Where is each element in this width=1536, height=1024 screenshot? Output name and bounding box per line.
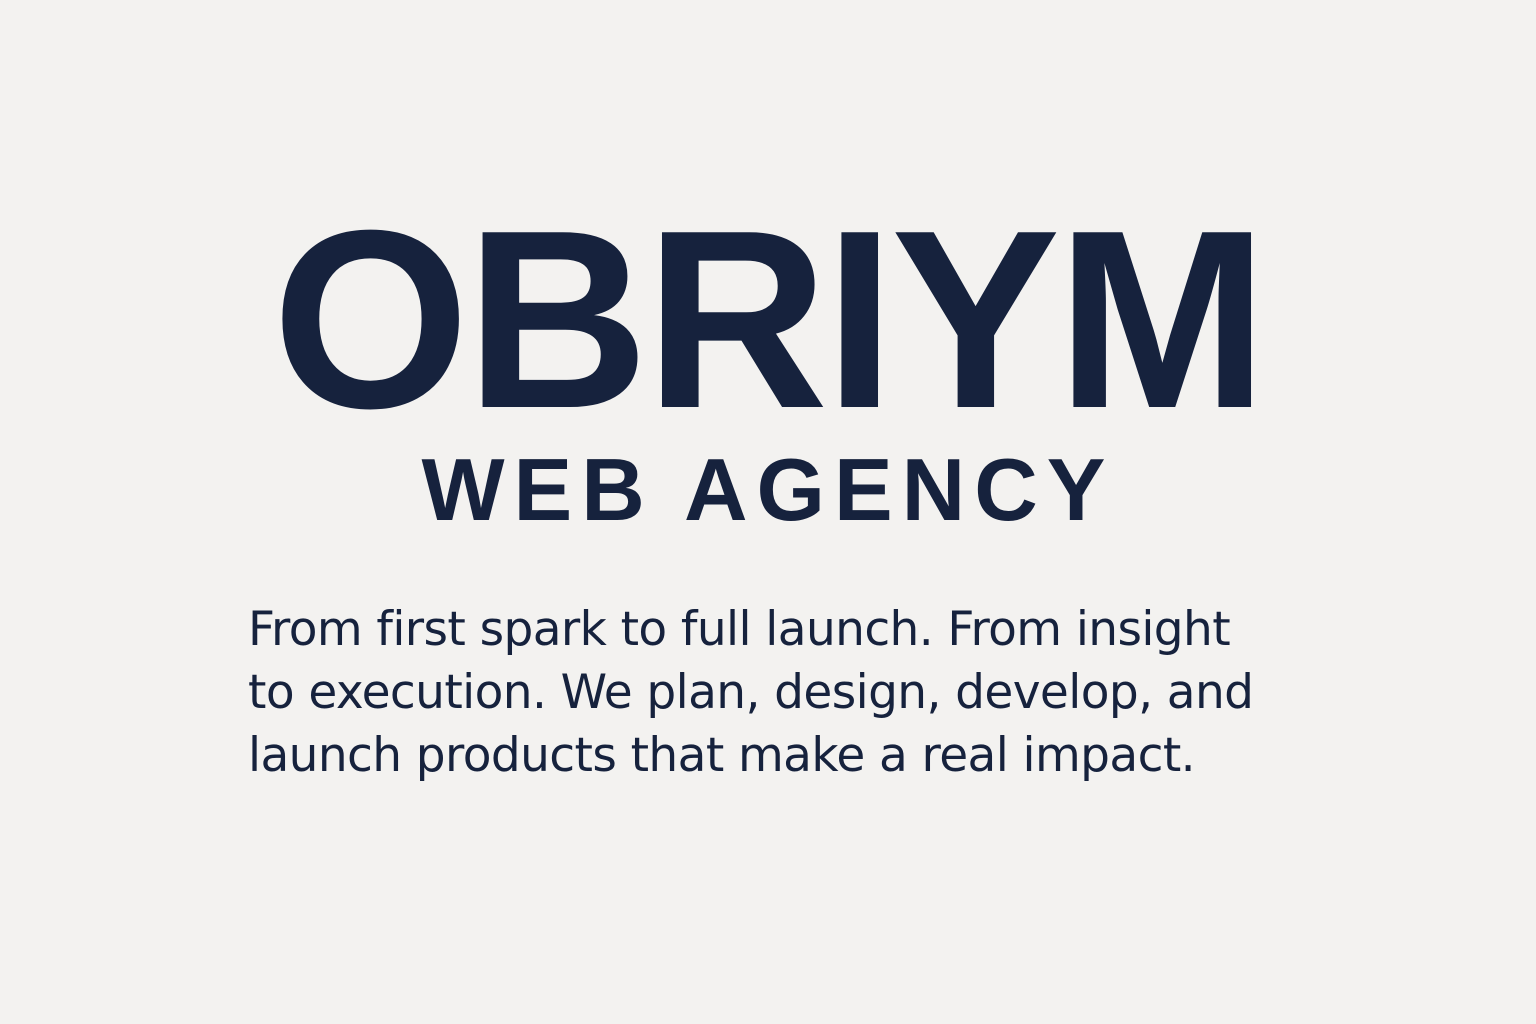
hero-section: OBRIYM WEB AGENCY From first spark to fu… [0, 0, 1536, 1024]
tagline-line: From first spark to full launch. From in… [248, 602, 1231, 657]
tagline-paragraph: From first spark to full launch. From in… [248, 598, 1328, 787]
brand-subtitle: WEB AGENCY [421, 440, 1115, 539]
tagline-line: to execution. We plan, design, develop, … [248, 665, 1254, 720]
tagline-line: launch products that make a real impact. [248, 728, 1196, 783]
brand-wordmark: OBRIYM [272, 177, 1268, 461]
